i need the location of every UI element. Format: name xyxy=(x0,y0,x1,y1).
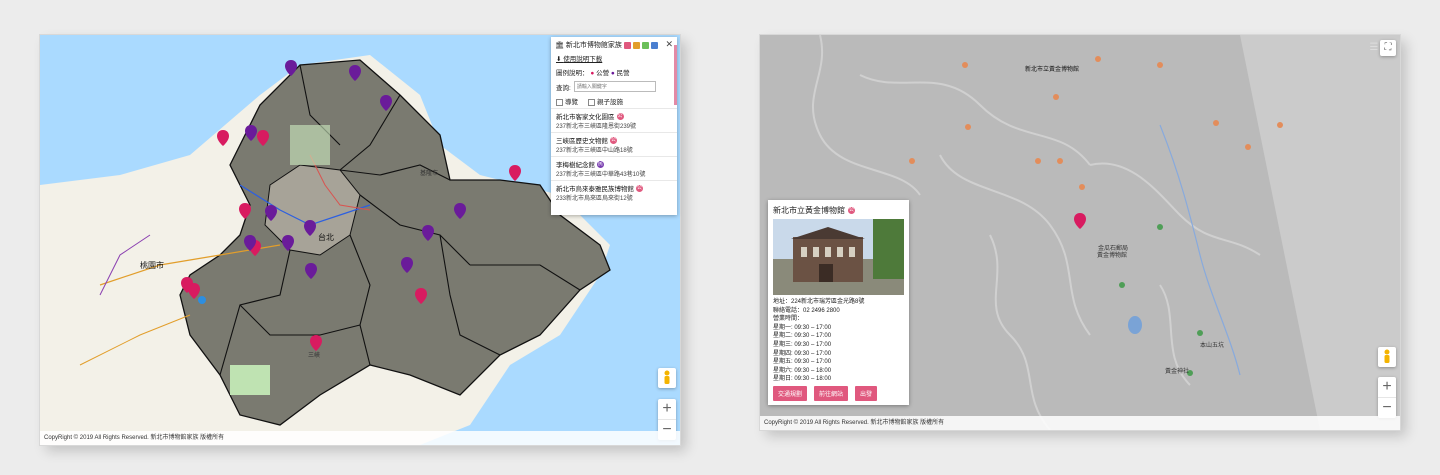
close-icon[interactable]: ✕ xyxy=(665,39,673,50)
hours-row: 星期二: 09:30 – 17:00 xyxy=(773,333,832,340)
tag-icon-1 xyxy=(623,41,631,49)
tag-icon-3 xyxy=(641,41,649,49)
filter-family-checkbox[interactable]: 親子設施 xyxy=(588,96,623,106)
zoom-control: + − xyxy=(1378,377,1396,418)
status-badge: 民 xyxy=(597,160,604,168)
pegman-icon[interactable] xyxy=(1378,347,1396,367)
label-shrine: 黃金神社 xyxy=(1165,367,1189,375)
item-address: 237新北市三峽區中山路18號 xyxy=(556,148,633,154)
info-address: 地址：224新北市瑞芳區金光路8號 xyxy=(773,299,865,305)
list-item[interactable]: 新北市烏來泰雅民族博物館公 233新北市烏來區烏來街12號 xyxy=(551,180,677,204)
label-benshan: 本山五坑 xyxy=(1200,341,1224,349)
hours-row: 星期三: 09:30 – 17:00 xyxy=(773,341,832,348)
download-link[interactable]: ⬇ 使用說明下載 xyxy=(551,51,677,65)
item-address: 233新北市烏來區烏來街12號 xyxy=(556,196,633,202)
label-museum: 新北市立黃金博物館 xyxy=(1025,65,1079,73)
label-taipei: 台北 xyxy=(318,232,334,242)
zoom-out-button[interactable]: − xyxy=(1378,397,1396,418)
label-sanxia: 三峽 xyxy=(308,351,320,359)
tag-icon-2 xyxy=(632,41,640,49)
panel-scrollbar[interactable] xyxy=(674,45,677,105)
item-address: 237新北市三峽區中華路43巷10號 xyxy=(556,172,646,178)
copyright: CopyRight © 2019 All Rights Reserved. 新北… xyxy=(760,416,1400,430)
hours-row: 星期五: 09:30 – 17:00 xyxy=(773,359,832,366)
private-pin-icon: ● xyxy=(610,70,615,77)
filters: 導覽 親子設施 xyxy=(551,94,677,108)
status-badge: 公 xyxy=(610,136,617,144)
fullscreen-icon[interactable]: ⛶ xyxy=(1380,40,1396,56)
info-hours-label: 營業時間： xyxy=(773,316,804,323)
info-title: 新北市立黃金博物館 xyxy=(773,206,845,215)
hours-row: 星期四: 09:30 – 17:00 xyxy=(773,350,832,357)
search-label: 查詢: xyxy=(556,84,571,92)
right-map-window: 新北市立黃金博物館 金瓜石郵局 黃金博物館 本山五坑 黃金神社 ☰ ⛶ 新北市立… xyxy=(760,35,1400,430)
status-badge: 公 xyxy=(636,184,643,192)
current-location-icon xyxy=(198,296,206,304)
list-item[interactable]: 三峽區歷史文物館公 237新北市三峽區中山路18號 xyxy=(551,132,677,156)
left-map-window: 基隆市 台北 桃園市 三峽 🏛 新北市博物館家族 ✕ ⬇ 使用說明下載 圖例說明… xyxy=(40,35,680,445)
zoom-in-button[interactable]: + xyxy=(658,399,676,419)
panel-header: 🏛 新北市博物館家族 xyxy=(551,37,677,51)
label-jinguashi: 金瓜石郵局 xyxy=(1098,244,1128,252)
search-row: 查詢: xyxy=(551,79,677,94)
hours-row: 星期六: 09:30 – 18:00 xyxy=(773,367,832,374)
public-pin-icon: ● xyxy=(590,70,595,77)
filter-guided-checkbox[interactable]: 導覽 xyxy=(556,96,578,106)
museum-icon: 🏛 xyxy=(555,42,564,49)
tag-icon-4 xyxy=(650,41,658,49)
traffic-plan-button[interactable]: 交通規劃 xyxy=(773,386,808,401)
status-badge: 公 xyxy=(616,112,624,120)
navigate-button[interactable]: 出發 xyxy=(855,386,878,401)
panel-title: 新北市博物館家族 xyxy=(565,42,622,49)
info-phone: 聯絡電話：02 2496 2800 xyxy=(773,307,840,314)
search-input[interactable] xyxy=(573,81,656,92)
status-badge: 公 xyxy=(848,207,855,214)
info-window: 新北市立黃金博物館 公 地址：224新北市瑞芳區金光路8號 聯絡電話：02 24… xyxy=(768,200,909,405)
museum-panel: 🏛 新北市博物館家族 ✕ ⬇ 使用說明下載 圖例說明： ● 公營 ● 民營 查詢… xyxy=(551,37,677,215)
pegman-icon[interactable] xyxy=(658,368,676,388)
info-title-row: 新北市立黃金博物館 公 xyxy=(768,200,909,219)
item-address: 237新北市三峽區隆恩街239號 xyxy=(556,124,637,130)
zoom-in-button[interactable]: + xyxy=(1378,377,1396,397)
info-details: 地址：224新北市瑞芳區金光路8號 聯絡電話：02 2496 2800 營業時間… xyxy=(768,295,909,384)
copyright: CopyRight © 2019 All Rights Reserved. 新北… xyxy=(40,431,680,445)
info-buttons: 交通規劃 前往網站 出發 xyxy=(773,386,878,401)
label-taoyuan: 桃園市 xyxy=(140,260,164,270)
hours-row: 星期日: 09:30 – 18:00 xyxy=(773,376,832,383)
label-keelung: 基隆市 xyxy=(420,169,438,177)
label-gold-museum: 黃金博物館 xyxy=(1097,251,1127,259)
website-button[interactable]: 前往網站 xyxy=(814,386,849,401)
list-item[interactable]: 新北市客家文化園區公 237新北市三峽區隆恩街239號 xyxy=(551,108,677,132)
museum-photo xyxy=(773,219,904,295)
list-item[interactable]: 李梅樹紀念館民 237新北市三峽區中華路43巷10號 xyxy=(551,156,677,180)
legend: 圖例說明： ● 公營 ● 民營 xyxy=(556,70,630,77)
hours-row: 星期一: 09:30 – 17:00 xyxy=(773,324,832,331)
